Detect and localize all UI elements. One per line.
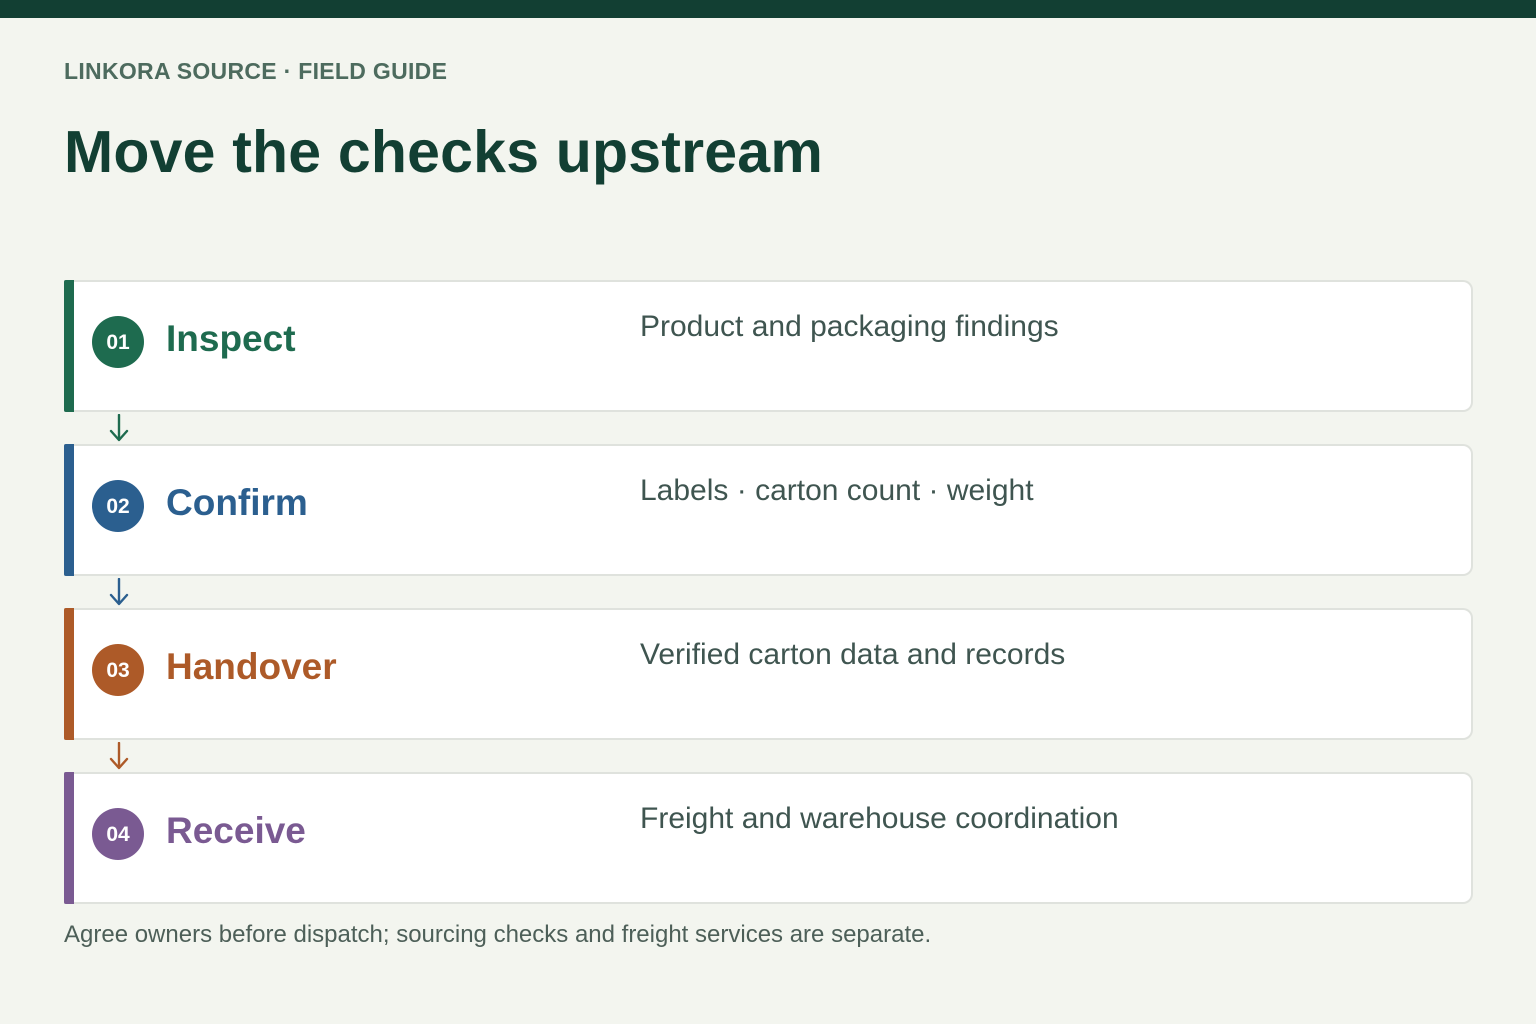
process-steps: 01 Inspect Product and packaging finding… <box>64 280 1473 904</box>
step-accent-bar <box>64 608 74 740</box>
step-description: Product and packaging findings <box>640 310 1059 343</box>
step-number-badge: 03 <box>92 644 144 696</box>
step-description: Labels · carton count · weight <box>640 474 1034 507</box>
step-accent-bar <box>64 772 74 904</box>
step-receive: 04 Receive Freight and warehouse coordin… <box>64 772 1473 904</box>
arrow-down-icon <box>109 742 129 770</box>
step-title: Receive <box>166 810 306 851</box>
step-handover: 03 Handover Verified carton data and rec… <box>64 608 1473 740</box>
step-description: Verified carton data and records <box>640 638 1066 671</box>
step-accent-bar <box>64 444 74 576</box>
step-number-badge: 01 <box>92 316 144 368</box>
arrow-down-icon <box>109 414 129 442</box>
footnote: Agree owners before dispatch; sourcing c… <box>64 921 932 948</box>
step-connector <box>64 740 1473 772</box>
step-description: Freight and warehouse coordination <box>640 802 1119 835</box>
eyebrow-label: LINKORA SOURCE · FIELD GUIDE <box>64 58 448 84</box>
step-connector <box>64 576 1473 608</box>
page-title: Move the checks upstream <box>64 119 823 185</box>
step-title: Inspect <box>166 318 296 359</box>
step-inspect: 01 Inspect Product and packaging finding… <box>64 280 1473 412</box>
step-accent-bar <box>64 280 74 412</box>
step-number-badge: 04 <box>92 808 144 860</box>
step-title: Confirm <box>166 482 308 523</box>
arrow-down-icon <box>109 578 129 606</box>
step-title: Handover <box>166 646 337 687</box>
step-connector <box>64 412 1473 444</box>
top-bar <box>0 0 1536 18</box>
step-number-badge: 02 <box>92 480 144 532</box>
step-confirm: 02 Confirm Labels · carton count · weigh… <box>64 444 1473 576</box>
